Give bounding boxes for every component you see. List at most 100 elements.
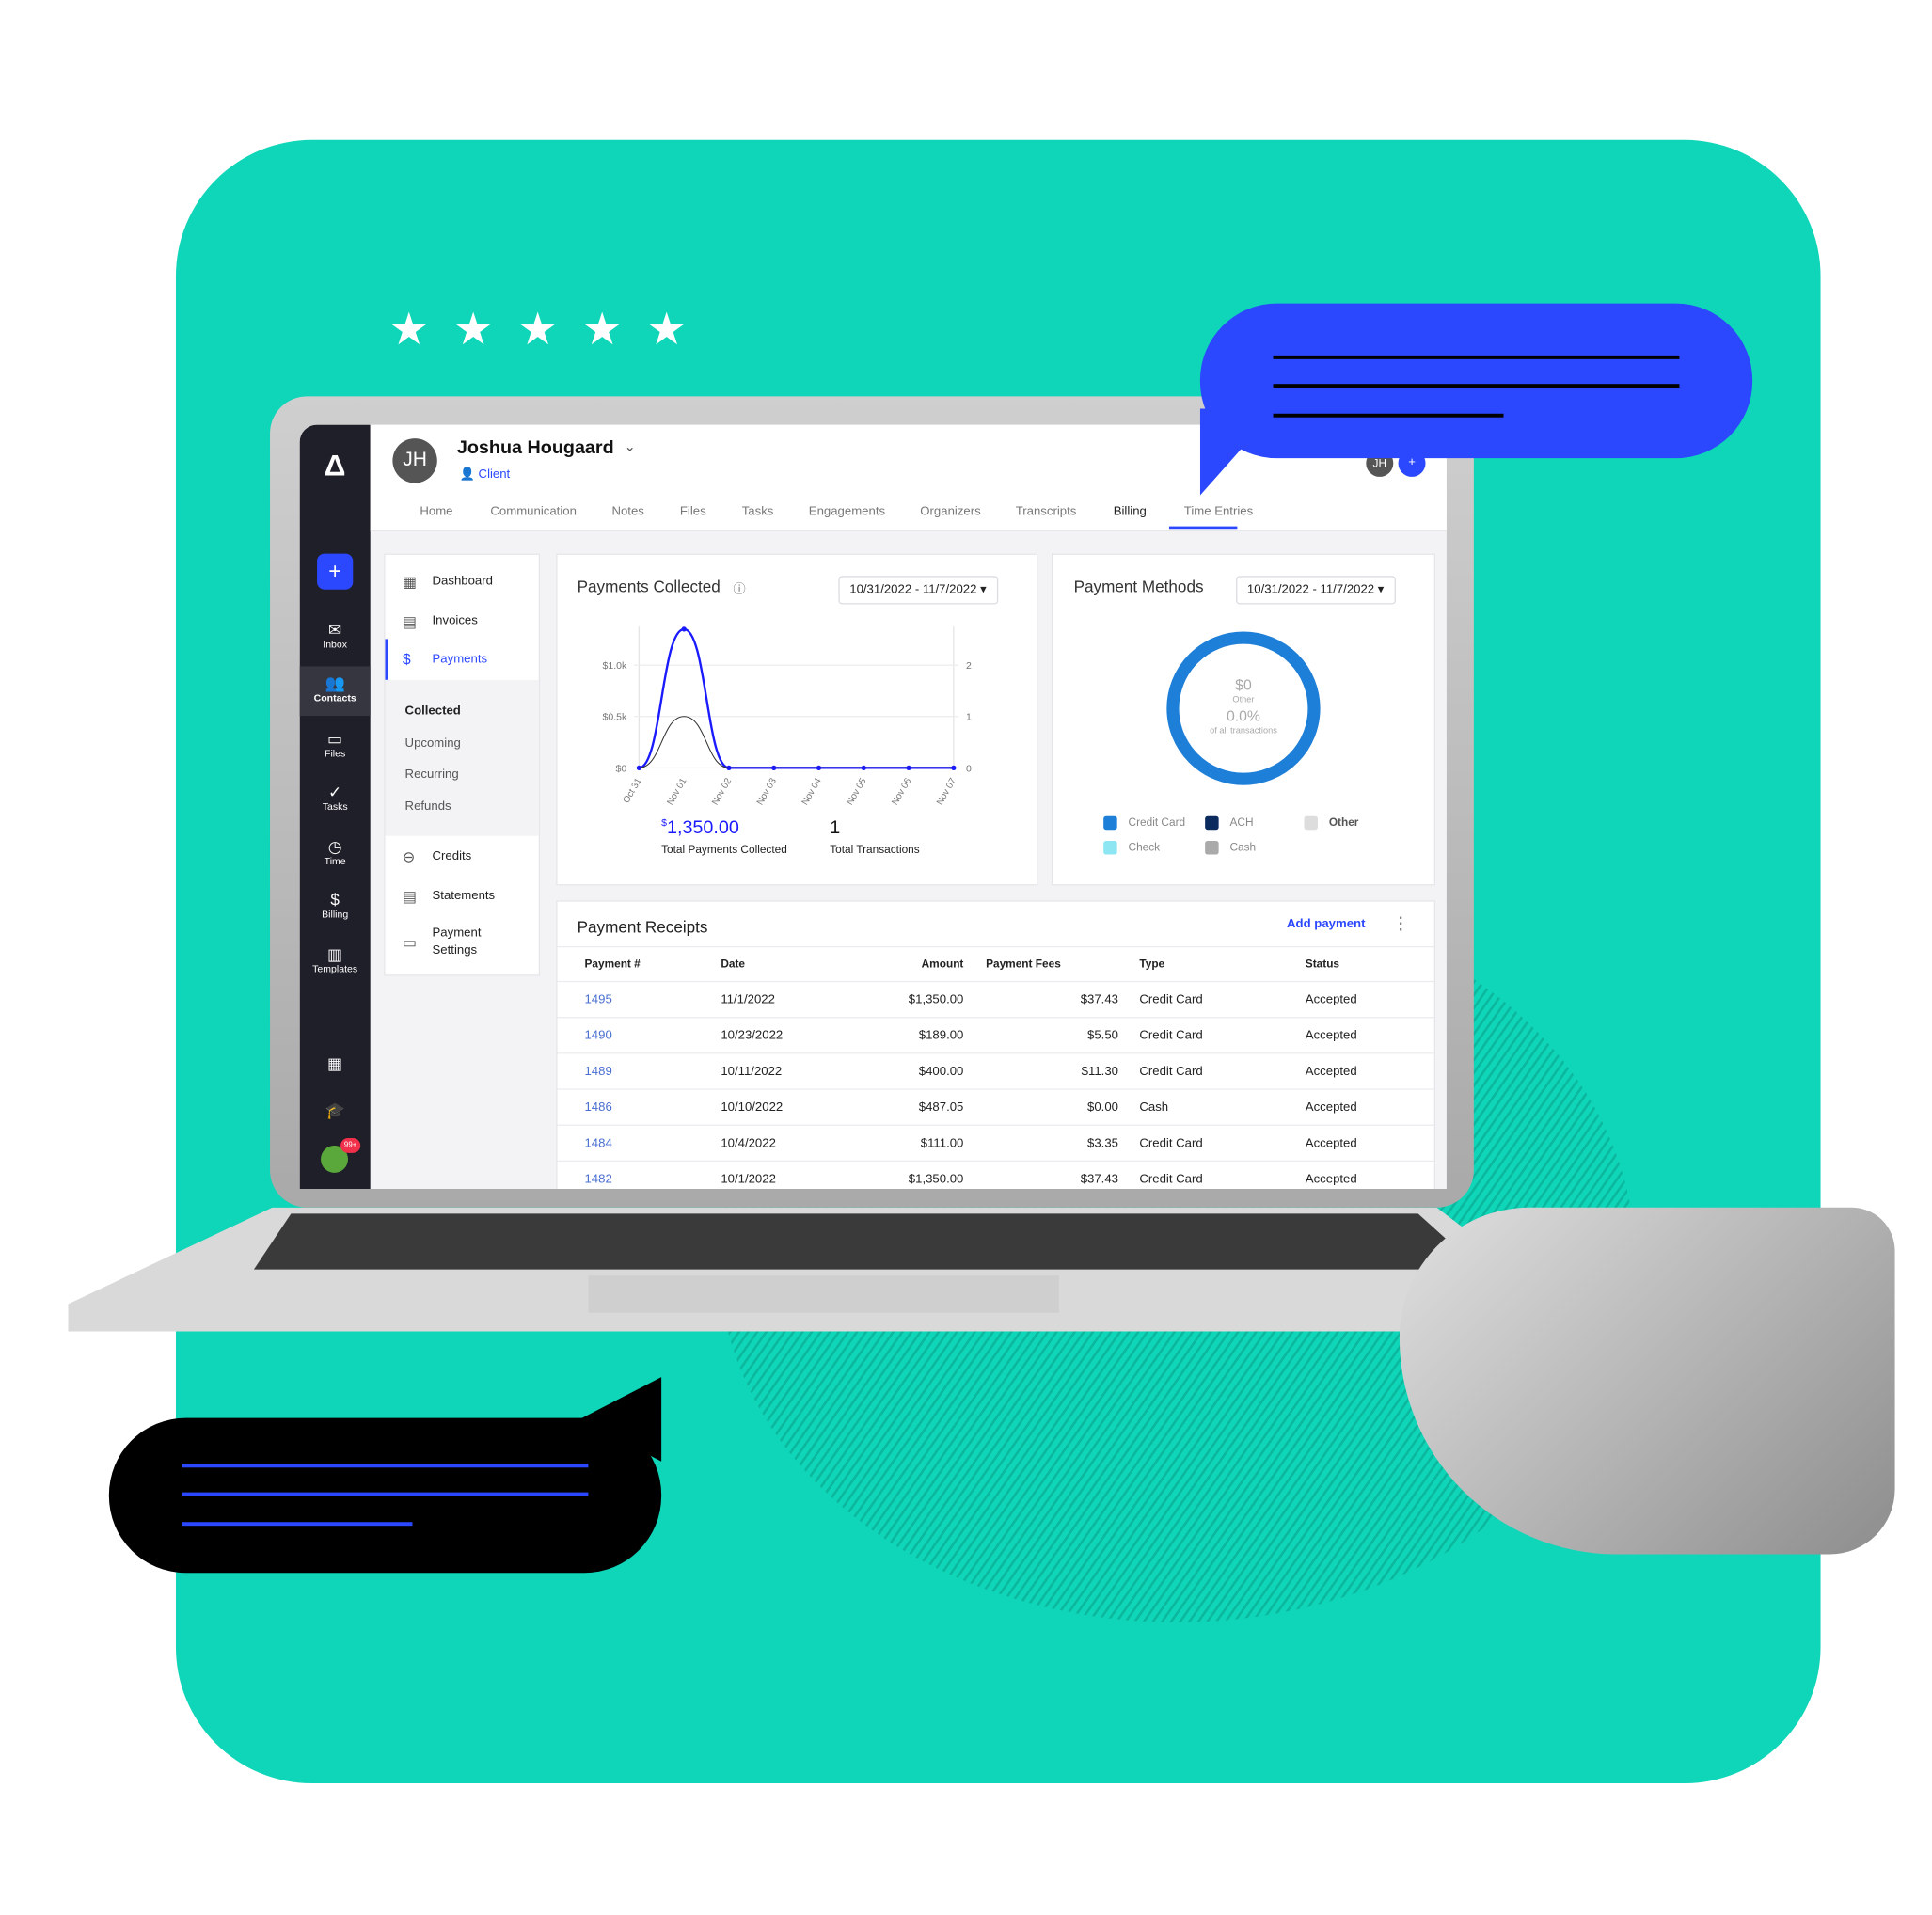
subnav-credits[interactable]: Credits	[433, 849, 472, 863]
column-header-type[interactable]: Type	[1139, 958, 1164, 970]
speech-bubble-blue	[1199, 303, 1753, 459]
marketing-composition: ★ ★ ★ ★ ★ Δ + ✉ Inbox 👥 Contacts ▭ Files ✓ T…	[0, 0, 1932, 1915]
learn-button[interactable]: 🎓	[300, 1101, 371, 1120]
chevron-down-icon[interactable]: ⌄	[625, 438, 636, 454]
active-tab-indicator	[1168, 526, 1238, 530]
app-logo: Δ	[324, 449, 346, 483]
sidebar-item-templates[interactable]: ▥ Templates	[300, 945, 371, 975]
text-line	[1273, 355, 1680, 359]
sidebar-item-time[interactable]: ◷ Time	[300, 837, 371, 867]
cell-payment-number[interactable]: 1484	[584, 1137, 611, 1150]
tab-transcripts[interactable]: Transcripts	[1016, 505, 1077, 518]
sidebar-item-billing[interactable]: $ Billing	[300, 891, 371, 921]
cell-payment-number[interactable]: 1489	[584, 1065, 611, 1078]
table-row[interactable]: 1495 11/1/2022 $1,350.00 $37.43 Credit Card A…	[557, 980, 1434, 1019]
sidebar-item-contacts[interactable]: 👥 Contacts	[299, 666, 371, 717]
cell-payment-number[interactable]: 1490	[584, 1029, 611, 1042]
sidebar-item-files[interactable]: ▭ Files	[300, 730, 371, 760]
text-line	[182, 1492, 589, 1496]
submenu-refunds[interactable]: Refunds	[405, 800, 451, 814]
star-icon: ★	[517, 303, 558, 355]
data-point	[681, 626, 687, 632]
column-header-date[interactable]: Date	[721, 958, 745, 970]
legend-label: Credit Card	[1128, 815, 1186, 829]
subnav-statements[interactable]: Statements	[433, 889, 496, 902]
text-line	[1273, 413, 1504, 418]
sidebar-item-inbox[interactable]: ✉ Inbox	[300, 621, 371, 651]
cell-status: Accepted	[1305, 1029, 1357, 1043]
subnav-payment-settings[interactable]: Payment Settings	[433, 926, 500, 960]
cell-payment-fees: $3.35	[1087, 1136, 1118, 1151]
tab-time-entries[interactable]: Time Entries	[1184, 505, 1253, 518]
star-icon: ★	[452, 303, 494, 355]
cell-amount: $1,350.00	[908, 992, 964, 1007]
cell-payment-number[interactable]: 1482	[584, 1173, 611, 1186]
tab-home[interactable]: Home	[420, 505, 452, 518]
more-options-icon[interactable]: ⋮	[1392, 912, 1409, 933]
tab-notes[interactable]: Notes	[611, 505, 643, 518]
add-payment-button[interactable]: Add payment	[1287, 918, 1365, 931]
cell-payment-number[interactable]: 1495	[584, 993, 611, 1006]
tab-organizers[interactable]: Organizers	[920, 505, 980, 518]
add-button[interactable]: +	[317, 553, 354, 590]
clock-icon: ◷	[327, 837, 342, 856]
star-icon: ★	[581, 303, 623, 355]
y-left-tick-label: $0	[616, 763, 627, 774]
x-tick-label: Nov 02	[710, 777, 734, 808]
payment-methods-card: Payment Methods 10/31/2022 - 11/7/2022 ▾…	[1051, 553, 1436, 886]
donut-percent: 0.0%	[1226, 706, 1260, 725]
tab-tasks[interactable]: Tasks	[742, 505, 774, 518]
cell-payment-fees: $37.43	[1080, 1172, 1118, 1187]
check-circle-icon: ✓	[327, 783, 342, 801]
caret-down-icon: ▾	[1377, 583, 1385, 597]
table-row[interactable]: 1489 10/11/2022 $400.00 $11.30 Credit Card Ac…	[557, 1052, 1434, 1090]
table-row[interactable]: 1482 10/1/2022 $1,350.00 $37.43 Credit Card A…	[557, 1160, 1434, 1189]
divider	[557, 945, 1434, 948]
submenu-collected[interactable]: Collected	[405, 704, 461, 718]
sidebar-item-tasks[interactable]: ✓ Tasks	[300, 783, 371, 813]
donut-label: Other	[1232, 695, 1255, 705]
tab-engagements[interactable]: Engagements	[809, 505, 885, 518]
table-row[interactable]: 1486 10/10/2022 $487.05 $0.00 Cash Accepted	[557, 1088, 1434, 1126]
column-header-status[interactable]: Status	[1306, 958, 1339, 970]
date-range-select[interactable]: 10/31/2022 - 11/7/2022 ▾	[1236, 576, 1396, 605]
cell-amount: $487.05	[918, 1100, 964, 1116]
cell-date: 11/1/2022	[721, 992, 775, 1007]
table-row[interactable]: 1490 10/23/2022 $189.00 $5.50 Credit Card Acc…	[557, 1017, 1434, 1054]
cell-amount: $111.00	[920, 1136, 964, 1151]
y-left-tick-label: $1.0k	[603, 660, 627, 672]
contact-role: 👤 Client	[459, 467, 511, 483]
cell-type: Credit Card	[1139, 1029, 1203, 1043]
payments-submenu: Collected Upcoming Recurring Refunds	[385, 679, 539, 836]
subnav-invoices[interactable]: Invoices	[433, 614, 478, 627]
cell-payment-number[interactable]: 1486	[584, 1101, 611, 1115]
subnav-dashboard[interactable]: Dashboard	[433, 575, 493, 588]
sidebar: Δ + ✉ Inbox 👥 Contacts ▭ Files ✓ Tasks ◷ Time…	[299, 424, 371, 1190]
contact-name: Joshua Hougaard	[456, 436, 614, 459]
column-header-amount[interactable]: Amount	[864, 958, 964, 970]
text-line	[182, 1522, 413, 1527]
app-screen: Δ + ✉ Inbox 👥 Contacts ▭ Files ✓ Tasks ◷ Time…	[299, 424, 1447, 1190]
subnav-payments[interactable]: $ Payments	[385, 639, 538, 680]
submenu-upcoming[interactable]: Upcoming	[405, 736, 461, 750]
column-header-payment-number[interactable]: Payment #	[584, 958, 640, 970]
speech-bubble-black	[108, 1417, 662, 1574]
legend-swatch	[1103, 815, 1117, 831]
tab-billing[interactable]: Billing	[1114, 505, 1147, 518]
legend-label: Cash	[1229, 841, 1257, 854]
tab-files[interactable]: Files	[680, 505, 706, 518]
laptop-base	[68, 1207, 1567, 1332]
legend-label: Other	[1328, 815, 1359, 829]
calendar-button[interactable]: ▦	[300, 1054, 371, 1073]
star-icon: ★	[646, 303, 687, 355]
cell-date: 10/11/2022	[721, 1065, 783, 1079]
cell-type: Cash	[1139, 1100, 1169, 1116]
table-row[interactable]: 1484 10/4/2022 $111.00 $3.35 Credit Card Acce…	[557, 1124, 1434, 1163]
cell-status: Accepted	[1305, 1065, 1357, 1079]
legend-swatch	[1205, 815, 1219, 831]
cell-status: Accepted	[1305, 1172, 1357, 1187]
x-tick-label: Nov 01	[665, 777, 689, 808]
column-header-payment-fees[interactable]: Payment Fees	[986, 958, 1085, 970]
tab-communication[interactable]: Communication	[490, 505, 576, 518]
submenu-recurring[interactable]: Recurring	[405, 768, 459, 781]
